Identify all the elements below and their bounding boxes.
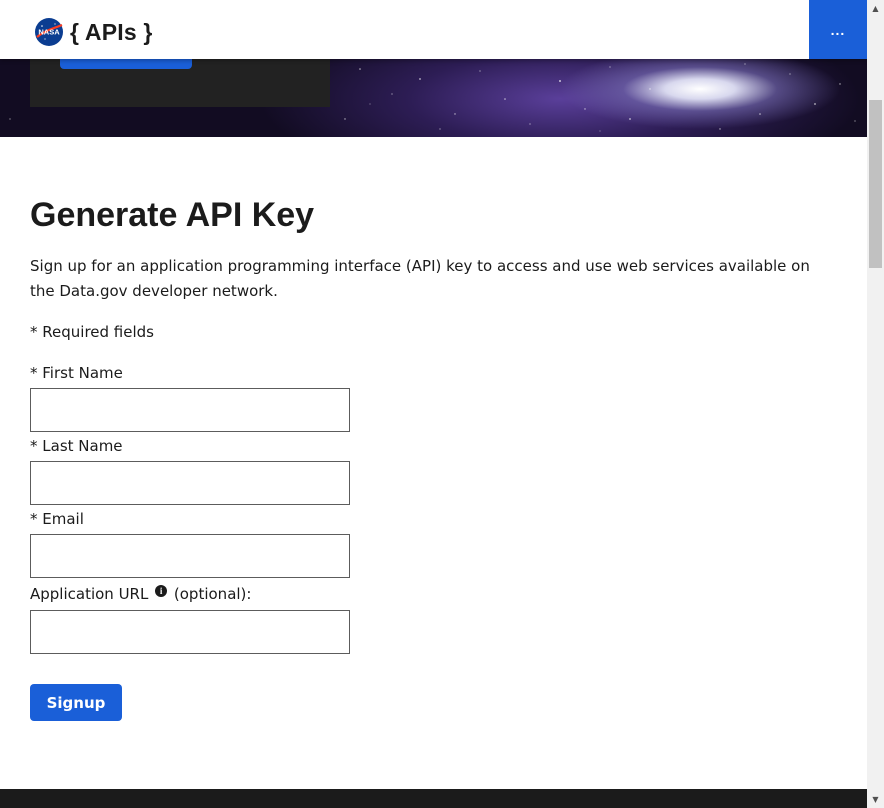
home-link[interactable]: NASA { APIs } (34, 17, 153, 47)
email-label: * Email (30, 510, 84, 528)
application-url-label-text: Application URL (30, 585, 149, 603)
email-input[interactable] (30, 534, 350, 578)
first-name-label: * First Name (30, 364, 123, 382)
site-footer (0, 789, 867, 808)
vertical-scrollbar[interactable]: ▲ ▼ (867, 0, 884, 808)
required-fields-note: * Required fields (30, 323, 154, 341)
page-title: Generate API Key (30, 196, 315, 234)
hero-card (30, 59, 330, 107)
hero-banner (0, 59, 867, 137)
intro-text: Sign up for an application programming i… (30, 257, 810, 300)
page: NASA { APIs } ... Generate API Key Sign … (0, 0, 867, 808)
last-name-input[interactable] (30, 461, 350, 505)
menu-button[interactable]: ... (809, 0, 867, 59)
last-name-label: * Last Name (30, 437, 123, 455)
site-header: NASA { APIs } ... (0, 0, 867, 59)
site-brand: { APIs } (70, 18, 153, 45)
hero-cta-button[interactable] (60, 59, 192, 69)
first-name-input[interactable] (30, 388, 350, 432)
signup-button[interactable]: Signup (30, 684, 122, 721)
optional-label-text: (optional): (173, 585, 252, 603)
scrollbar-thumb[interactable] (869, 100, 882, 268)
application-url-input[interactable] (30, 610, 350, 654)
scroll-down-arrow-icon[interactable]: ▼ (867, 791, 884, 808)
nasa-logo-icon: NASA (35, 18, 63, 46)
scroll-up-arrow-icon[interactable]: ▲ (867, 0, 884, 17)
application-url-label: Application URL i (optional): (30, 585, 251, 603)
svg-text:NASA: NASA (38, 28, 60, 37)
info-icon[interactable]: i (155, 585, 168, 597)
